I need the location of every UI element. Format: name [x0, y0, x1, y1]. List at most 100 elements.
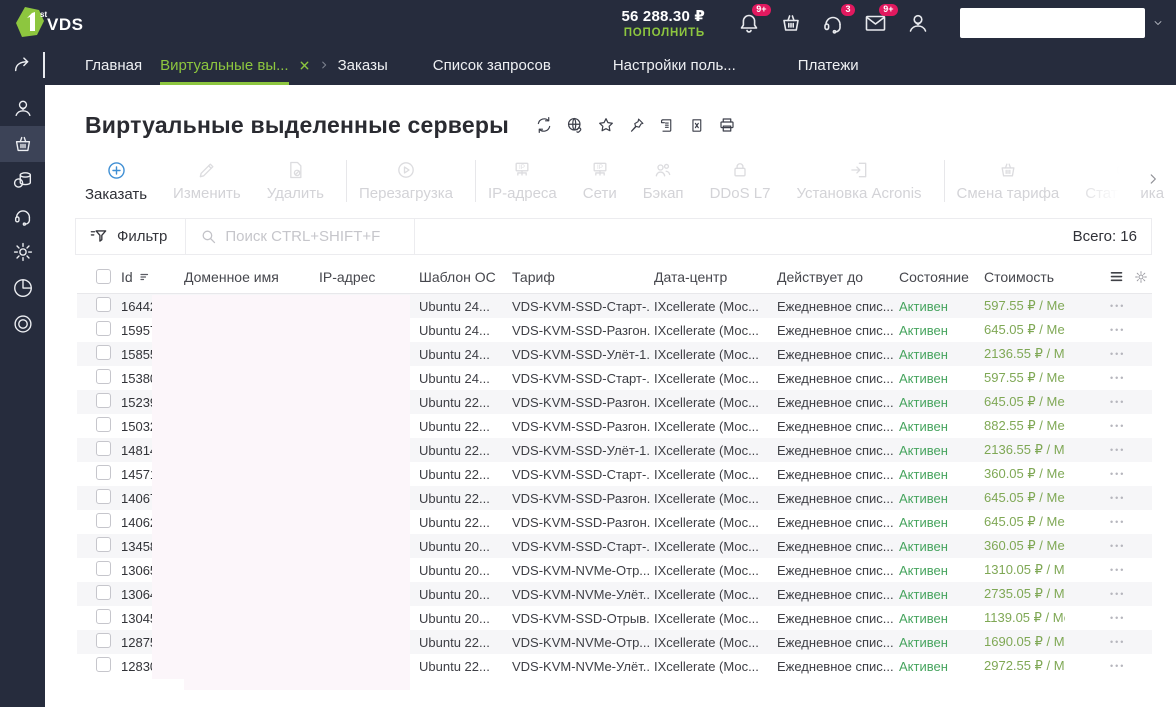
star-icon[interactable]	[597, 116, 615, 134]
tab-zakazy[interactable]: Заказы	[338, 45, 388, 85]
row-checkbox[interactable]	[96, 321, 111, 336]
close-tab-icon[interactable]	[299, 60, 310, 71]
column-header-cost[interactable]: Стоимость	[980, 269, 1065, 285]
row-actions-button[interactable]: •••	[1065, 541, 1152, 551]
support-button[interactable]: 3	[821, 3, 855, 35]
row-actions-button[interactable]: •••	[1065, 445, 1152, 455]
acronis-button[interactable]: Установка Acronis	[796, 160, 922, 202]
notifications-button[interactable]: 9+	[737, 3, 771, 35]
row-checkbox[interactable]	[96, 465, 111, 480]
column-header-os[interactable]: Шаблон ОС	[415, 269, 508, 285]
log-icon[interactable]	[658, 117, 675, 134]
sidebar-item-statistics[interactable]	[0, 270, 45, 306]
row-actions-button[interactable]: •••	[1065, 301, 1152, 311]
column-header-tariff[interactable]: Тариф	[508, 269, 650, 285]
column-header-domain[interactable]: Доменное имя	[180, 269, 315, 285]
logo[interactable]: st VDS	[14, 4, 134, 42]
row-checkbox[interactable]	[96, 609, 111, 624]
edit-button[interactable]: Изменить	[173, 160, 241, 202]
row-checkbox[interactable]	[96, 345, 111, 360]
row-actions-button[interactable]: •••	[1065, 493, 1152, 503]
row-checkbox[interactable]	[96, 393, 111, 408]
username-redacted[interactable]	[960, 7, 1145, 38]
headset-icon	[824, 16, 841, 34]
column-header-id[interactable]: Id	[117, 269, 180, 285]
column-header-datacenter[interactable]: Дата-центр	[650, 269, 773, 285]
row-actions-button[interactable]: •••	[1065, 421, 1152, 431]
column-header-ip[interactable]: IP-адрес	[315, 269, 415, 285]
row-checkbox[interactable]	[96, 441, 111, 456]
valid-until-cell: Ежедневное спис...	[777, 538, 894, 554]
print-icon[interactable]	[718, 116, 736, 134]
sidebar-item-billing[interactable]	[0, 162, 45, 198]
basket-icon	[998, 160, 1018, 180]
row-actions-button[interactable]: •••	[1065, 661, 1152, 671]
table-settings-gear-icon[interactable]	[1134, 270, 1148, 284]
delete-button[interactable]: Удалить	[267, 160, 324, 202]
row-checkbox[interactable]	[96, 513, 111, 528]
column-header-state[interactable]: Состояние	[895, 269, 980, 285]
tariff-cell: VDS-KVM-SSD-Улёт-1...	[512, 442, 650, 458]
row-actions-button[interactable]: •••	[1065, 637, 1152, 647]
row-actions-button[interactable]: •••	[1065, 469, 1152, 479]
cart-icon	[15, 136, 30, 152]
tab-virtual-servers[interactable]: Виртуальные вы...	[160, 45, 310, 85]
row-checkbox[interactable]	[96, 561, 111, 576]
row-checkbox[interactable]	[96, 537, 111, 552]
change-tariff-button[interactable]: Смена тарифа	[957, 160, 1059, 202]
ip-addresses-button[interactable]: IP IP-адреса	[488, 160, 557, 202]
row-checkbox[interactable]	[96, 417, 111, 432]
cart-button[interactable]	[779, 11, 803, 35]
row-actions-button[interactable]: •••	[1065, 325, 1152, 335]
row-actions-button[interactable]: •••	[1065, 397, 1152, 407]
row-checkbox[interactable]	[96, 585, 111, 600]
row-actions-button[interactable]: •••	[1065, 565, 1152, 575]
sidebar-item-account[interactable]	[0, 90, 45, 126]
valid-until-cell: Ежедневное спис...	[777, 562, 894, 578]
sidebar-item-support[interactable]	[0, 198, 45, 234]
sidebar-item-settings[interactable]	[0, 234, 45, 270]
sidebar-item-services[interactable]	[0, 126, 45, 162]
row-actions-button[interactable]: •••	[1065, 349, 1152, 359]
row-density-icon[interactable]	[1109, 269, 1124, 284]
order-button[interactable]: Заказать	[85, 160, 147, 203]
tab-nastroyki[interactable]: Настройки поль...	[613, 45, 736, 85]
row-checkbox[interactable]	[96, 297, 111, 312]
os-template-cell: Ubuntu 20...	[419, 610, 490, 626]
row-checkbox[interactable]	[96, 369, 111, 384]
ddos-button[interactable]: DDoS L7	[710, 160, 770, 202]
column-header-valid-until[interactable]: Действует до	[773, 269, 895, 285]
row-checkbox[interactable]	[96, 657, 111, 672]
reboot-button[interactable]: Перезагрузка	[359, 160, 453, 202]
search-box[interactable]	[186, 219, 414, 254]
sidebar-collapse-button[interactable]	[0, 45, 45, 85]
toolbar-scroll-right-button[interactable]	[1146, 171, 1160, 187]
pin-icon[interactable]	[628, 117, 645, 134]
pencil-icon	[197, 160, 217, 180]
search-input[interactable]	[225, 228, 406, 245]
row-actions-button[interactable]: •••	[1065, 589, 1152, 599]
state-badge: Активен	[899, 610, 948, 626]
sidebar-item-products[interactable]	[0, 306, 45, 342]
row-actions-button[interactable]: •••	[1065, 373, 1152, 383]
networks-button[interactable]: IP Сети	[583, 160, 617, 202]
refresh-icon[interactable]	[535, 116, 553, 134]
tab-glavnaya[interactable]: Главная	[85, 45, 142, 85]
os-template-cell: Ubuntu 22...	[419, 466, 490, 482]
row-actions-button[interactable]: •••	[1065, 517, 1152, 527]
row-actions-button[interactable]: •••	[1065, 613, 1152, 623]
profile-button[interactable]	[906, 11, 930, 35]
mail-button[interactable]: 9+	[863, 3, 898, 35]
row-checkbox[interactable]	[96, 489, 111, 504]
tariff-cell: VDS-KVM-SSD-Разгон...	[512, 418, 650, 434]
chevron-down-icon[interactable]	[1152, 17, 1164, 29]
topup-button[interactable]: ПОПОЛНИТЬ	[621, 27, 705, 39]
tab-zaprosy[interactable]: Список запросов	[433, 45, 551, 85]
globe-link-icon[interactable]	[566, 116, 584, 134]
backup-button[interactable]: Бэкап	[643, 160, 684, 202]
tab-platezhi[interactable]: Платежи	[798, 45, 859, 85]
row-checkbox[interactable]	[96, 633, 111, 648]
filter-button[interactable]: Фильтр	[76, 219, 185, 254]
excel-export-icon[interactable]	[688, 117, 705, 134]
select-all-checkbox[interactable]	[96, 269, 111, 284]
